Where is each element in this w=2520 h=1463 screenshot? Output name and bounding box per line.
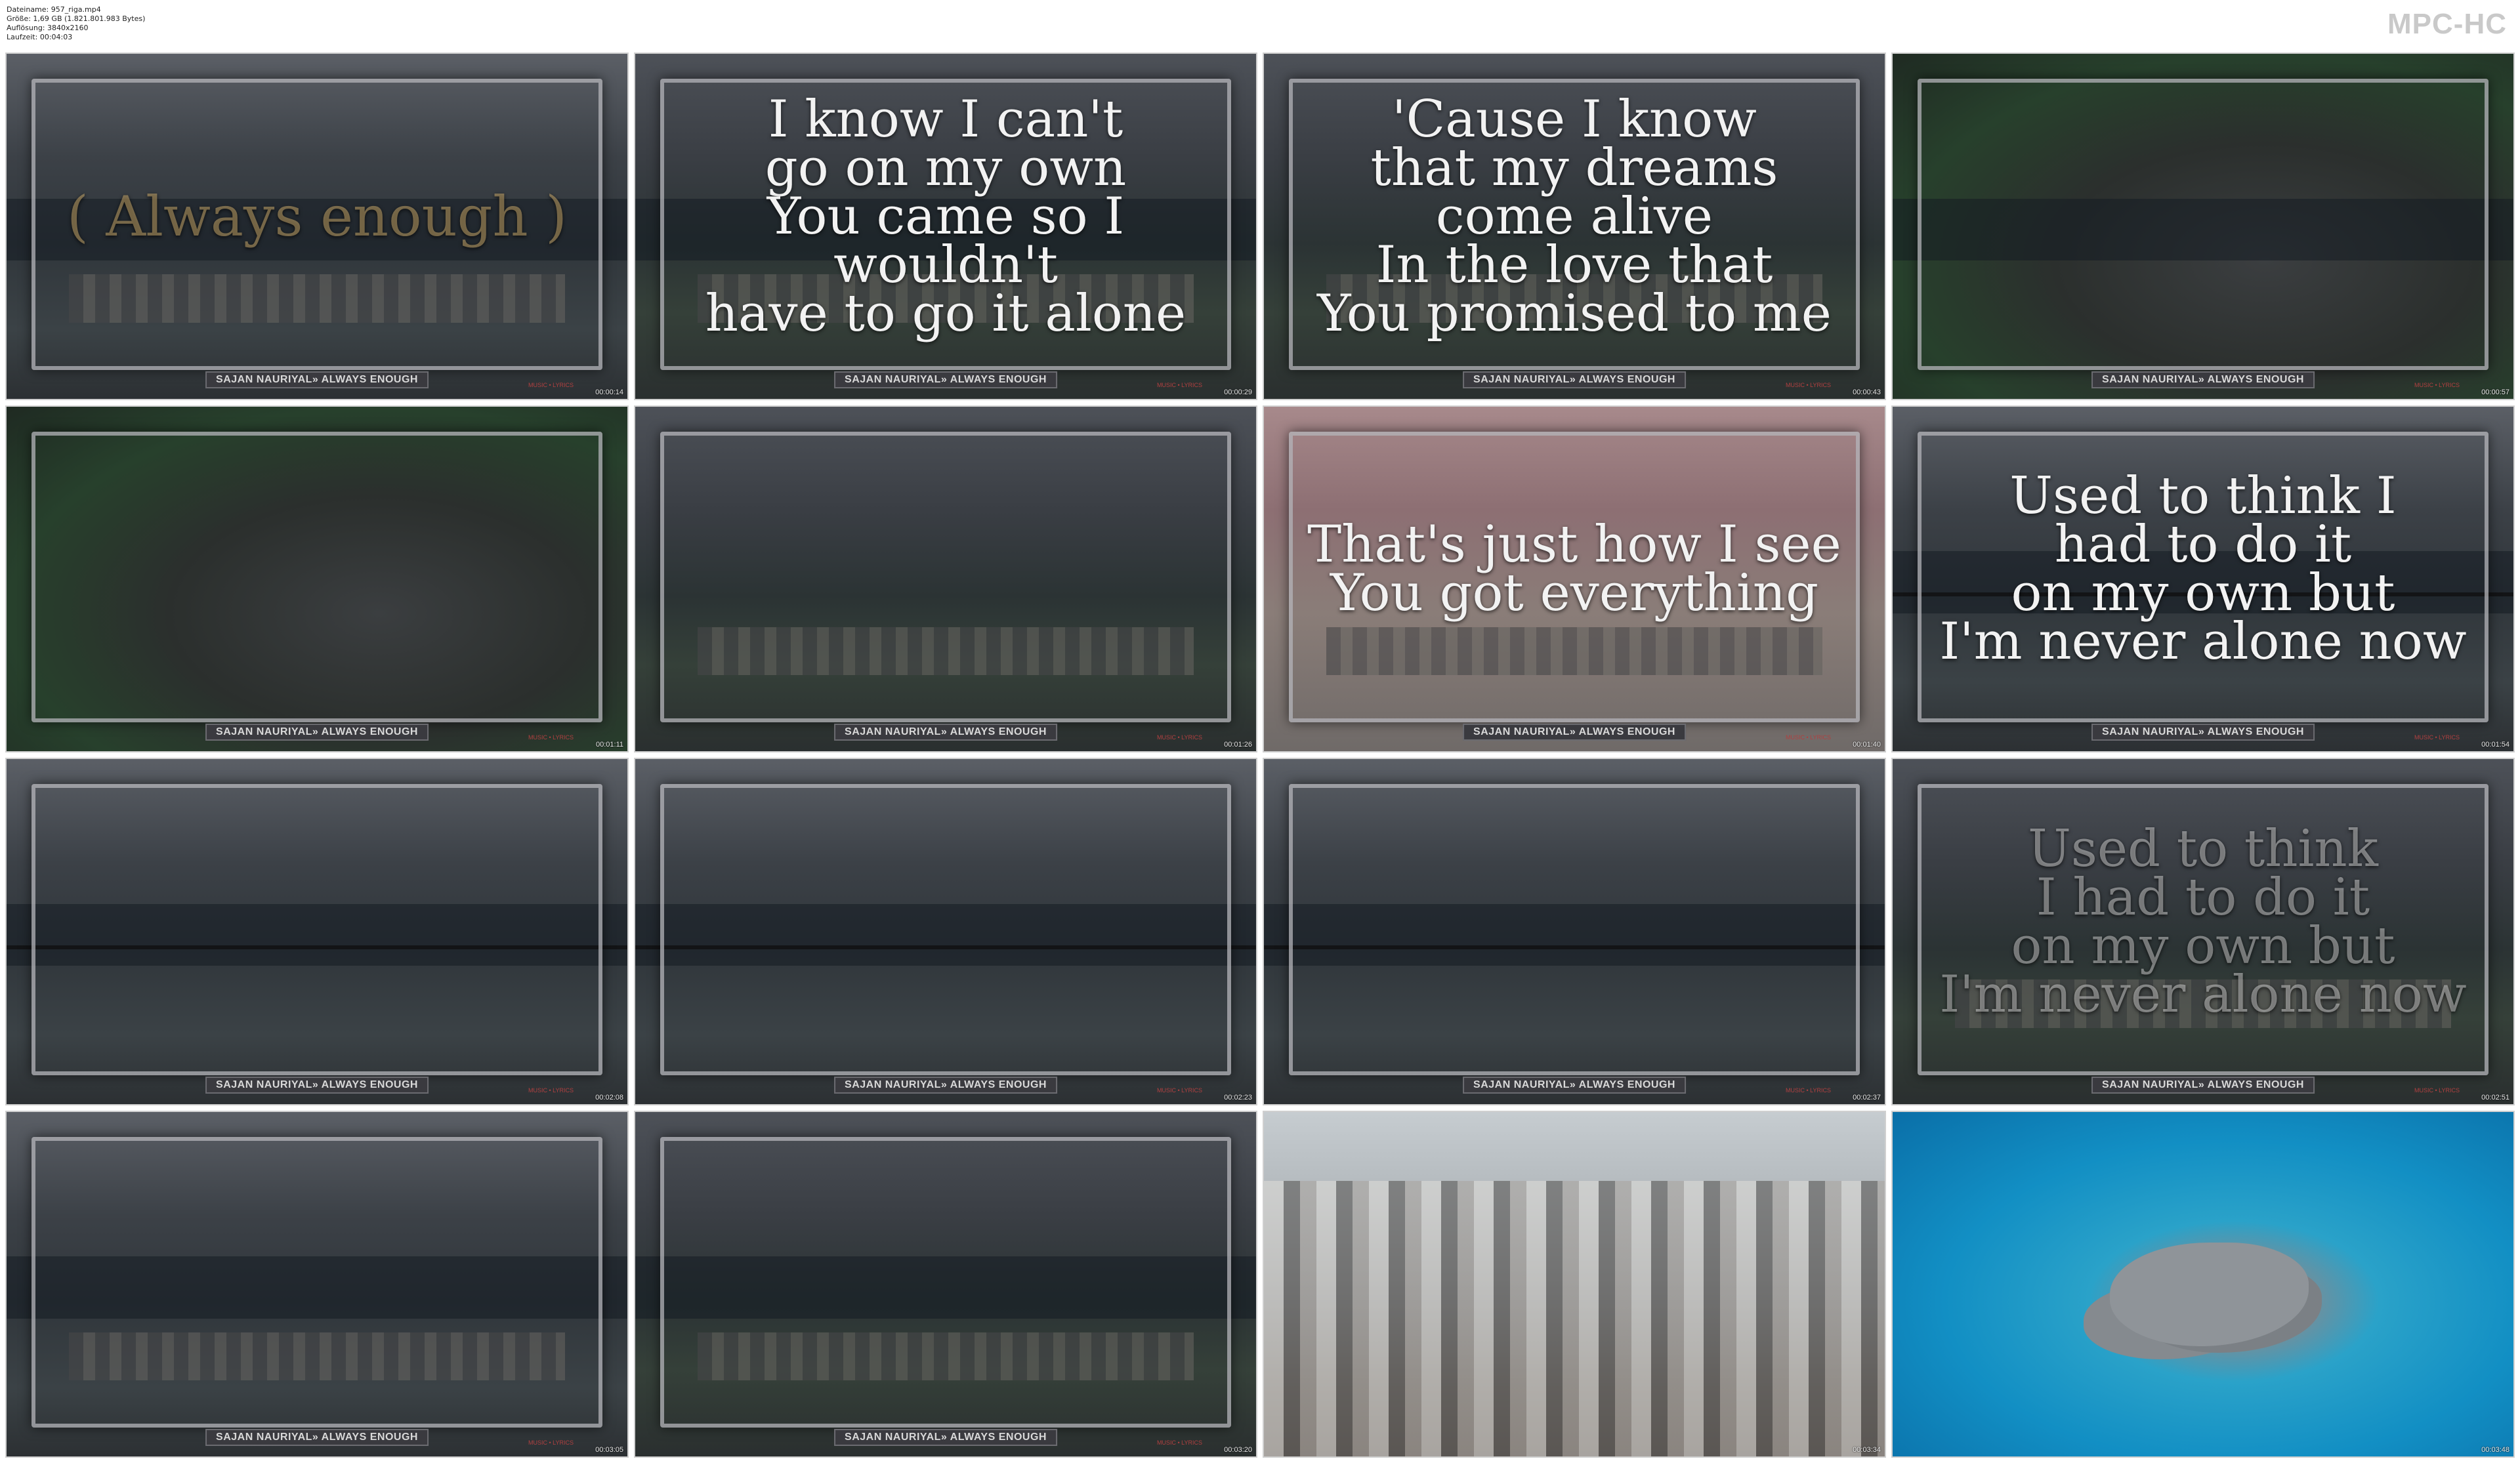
song-caption: SAJAN NAURIYAL» ALWAYS ENOUGH <box>2091 371 2315 388</box>
timestamp: 00:00:29 <box>1224 388 1252 396</box>
lyric-text: I know I can't go on my own You came so … <box>705 89 1186 343</box>
lyric-text <box>675 1112 1217 1437</box>
song-caption: SAJAN NAURIYAL» ALWAYS ENOUGH <box>205 1429 429 1446</box>
thumbnail-13[interactable]: SAJAN NAURIYAL» ALWAYS ENOUGH MUSIC • LY… <box>5 1110 629 1458</box>
thumbnail-15[interactable]: 00:03:34 <box>1263 1110 1886 1458</box>
thumbnail-9[interactable]: SAJAN NAURIYAL» ALWAYS ENOUGH MUSIC • LY… <box>5 758 629 1105</box>
file-size-line: Größe: 1,69 GB (1.821.801.983 Bytes) <box>7 14 146 23</box>
timestamp: 00:02:37 <box>1853 1093 1881 1102</box>
info-header: Dateiname: 957_riga.mp4 Größe: 1,69 GB (… <box>0 0 2520 50</box>
channel-tag: MUSIC • LYRICS <box>1157 381 1202 388</box>
timestamp: 00:02:08 <box>595 1093 623 1102</box>
song-caption: SAJAN NAURIYAL» ALWAYS ENOUGH <box>205 724 429 741</box>
file-name-line: Dateiname: 957_riga.mp4 <box>7 5 101 14</box>
song-caption: SAJAN NAURIYAL» ALWAYS ENOUGH <box>205 371 429 388</box>
lyric-text: 'Cause I know that my dreams come alive … <box>1317 89 1832 343</box>
resolution-line: Auflösung: 3840x2160 <box>7 24 89 32</box>
song-caption: SAJAN NAURIYAL» ALWAYS ENOUGH <box>2091 724 2315 741</box>
channel-tag: MUSIC • LYRICS <box>2414 381 2460 388</box>
timestamp: 00:03:20 <box>1224 1446 1252 1454</box>
mpc-hc-logo: MPC-HC <box>2387 8 2507 40</box>
song-caption: SAJAN NAURIYAL» ALWAYS ENOUGH <box>1463 724 1686 741</box>
song-caption: SAJAN NAURIYAL» ALWAYS ENOUGH <box>1463 371 1686 388</box>
timestamp: 00:01:11 <box>595 741 623 749</box>
song-caption: SAJAN NAURIYAL» ALWAYS ENOUGH <box>834 371 1057 388</box>
song-caption: SAJAN NAURIYAL» ALWAYS ENOUGH <box>834 1429 1057 1446</box>
lyric-text <box>46 759 588 1084</box>
channel-tag: MUSIC • LYRICS <box>2414 734 2460 741</box>
timestamp: 00:00:57 <box>2481 388 2510 396</box>
thumbnail-5[interactable]: SAJAN NAURIYAL» ALWAYS ENOUGH MUSIC • LY… <box>5 405 629 752</box>
thumbnail-12[interactable]: Used to think I had to do it on my own b… <box>1891 758 2515 1105</box>
timestamp: 00:01:54 <box>2481 741 2510 749</box>
channel-tag: MUSIC • LYRICS <box>1786 381 1831 388</box>
song-caption: SAJAN NAURIYAL» ALWAYS ENOUGH <box>2091 1076 2315 1094</box>
channel-tag: MUSIC • LYRICS <box>1786 1086 1831 1094</box>
timestamp: 00:03:48 <box>2481 1446 2510 1454</box>
channel-tag: MUSIC • LYRICS <box>1786 734 1831 741</box>
lyric-text: That's just how I see You got everything <box>1307 515 1841 623</box>
channel-tag: MUSIC • LYRICS <box>1157 1439 1202 1446</box>
timestamp: 00:01:40 <box>1853 741 1881 749</box>
timestamp: 00:02:51 <box>2481 1093 2510 1102</box>
lyric-text <box>1303 759 1845 1084</box>
rock-island-scene <box>2110 1243 2309 1346</box>
channel-tag: MUSIC • LYRICS <box>2414 1086 2460 1094</box>
lyric-text: ( Always enough ) <box>66 184 568 249</box>
timestamp: 00:00:43 <box>1853 388 1881 396</box>
song-caption: SAJAN NAURIYAL» ALWAYS ENOUGH <box>834 1076 1057 1094</box>
lyric-text: Used to think I had to do it on my own b… <box>1939 466 2467 672</box>
skyscrapers-scene <box>1264 1180 1885 1456</box>
lyric-text <box>46 1112 588 1437</box>
thumbnail-7[interactable]: That's just how I see You got everything… <box>1263 405 1886 752</box>
thumbnail-1[interactable]: ( Always enough ) SAJAN NAURIYAL» ALWAYS… <box>5 52 629 400</box>
song-caption: SAJAN NAURIYAL» ALWAYS ENOUGH <box>1463 1076 1686 1094</box>
thumbnail-8[interactable]: Used to think I had to do it on my own b… <box>1891 405 2515 752</box>
channel-tag: MUSIC • LYRICS <box>528 381 574 388</box>
lyric-text <box>1932 54 2474 379</box>
thumbnail-3[interactable]: 'Cause I know that my dreams come alive … <box>1263 52 1886 400</box>
thumbnail-6[interactable]: SAJAN NAURIYAL» ALWAYS ENOUGH MUSIC • LY… <box>634 405 1257 752</box>
thumbnail-16[interactable]: 00:03:48 <box>1891 1110 2515 1458</box>
timestamp: 00:03:34 <box>1853 1446 1881 1454</box>
timestamp: 00:02:23 <box>1224 1093 1252 1102</box>
channel-tag: MUSIC • LYRICS <box>1157 734 1202 741</box>
timestamp: 00:03:05 <box>595 1446 623 1454</box>
timestamp: 00:00:14 <box>595 388 623 396</box>
thumbnail-4[interactable]: SAJAN NAURIYAL» ALWAYS ENOUGH MUSIC • LY… <box>1891 52 2515 400</box>
thumbnail-11[interactable]: SAJAN NAURIYAL» ALWAYS ENOUGH MUSIC • LY… <box>1263 758 1886 1105</box>
lyric-text: Used to think I had to do it on my own b… <box>1939 819 2467 1024</box>
timestamp: 00:01:26 <box>1224 741 1252 749</box>
channel-tag: MUSIC • LYRICS <box>528 734 574 741</box>
channel-tag: MUSIC • LYRICS <box>528 1086 574 1094</box>
lyric-text <box>46 407 588 732</box>
thumbnail-grid: ( Always enough ) SAJAN NAURIYAL» ALWAYS… <box>0 50 2520 1463</box>
thumbnail-2[interactable]: I know I can't go on my own You came so … <box>634 52 1257 400</box>
thumbnail-14[interactable]: SAJAN NAURIYAL» ALWAYS ENOUGH MUSIC • LY… <box>634 1110 1257 1458</box>
lyric-text <box>675 759 1217 1084</box>
channel-tag: MUSIC • LYRICS <box>1157 1086 1202 1094</box>
file-info: Dateiname: 957_riga.mp4 Größe: 1,69 GB (… <box>7 5 145 42</box>
channel-tag: MUSIC • LYRICS <box>528 1439 574 1446</box>
lyric-text <box>675 407 1217 732</box>
song-caption: SAJAN NAURIYAL» ALWAYS ENOUGH <box>205 1076 429 1094</box>
thumbnail-10[interactable]: SAJAN NAURIYAL» ALWAYS ENOUGH MUSIC • LY… <box>634 758 1257 1105</box>
duration-line: Laufzeit: 00:04:03 <box>7 33 73 41</box>
song-caption: SAJAN NAURIYAL» ALWAYS ENOUGH <box>834 724 1057 741</box>
